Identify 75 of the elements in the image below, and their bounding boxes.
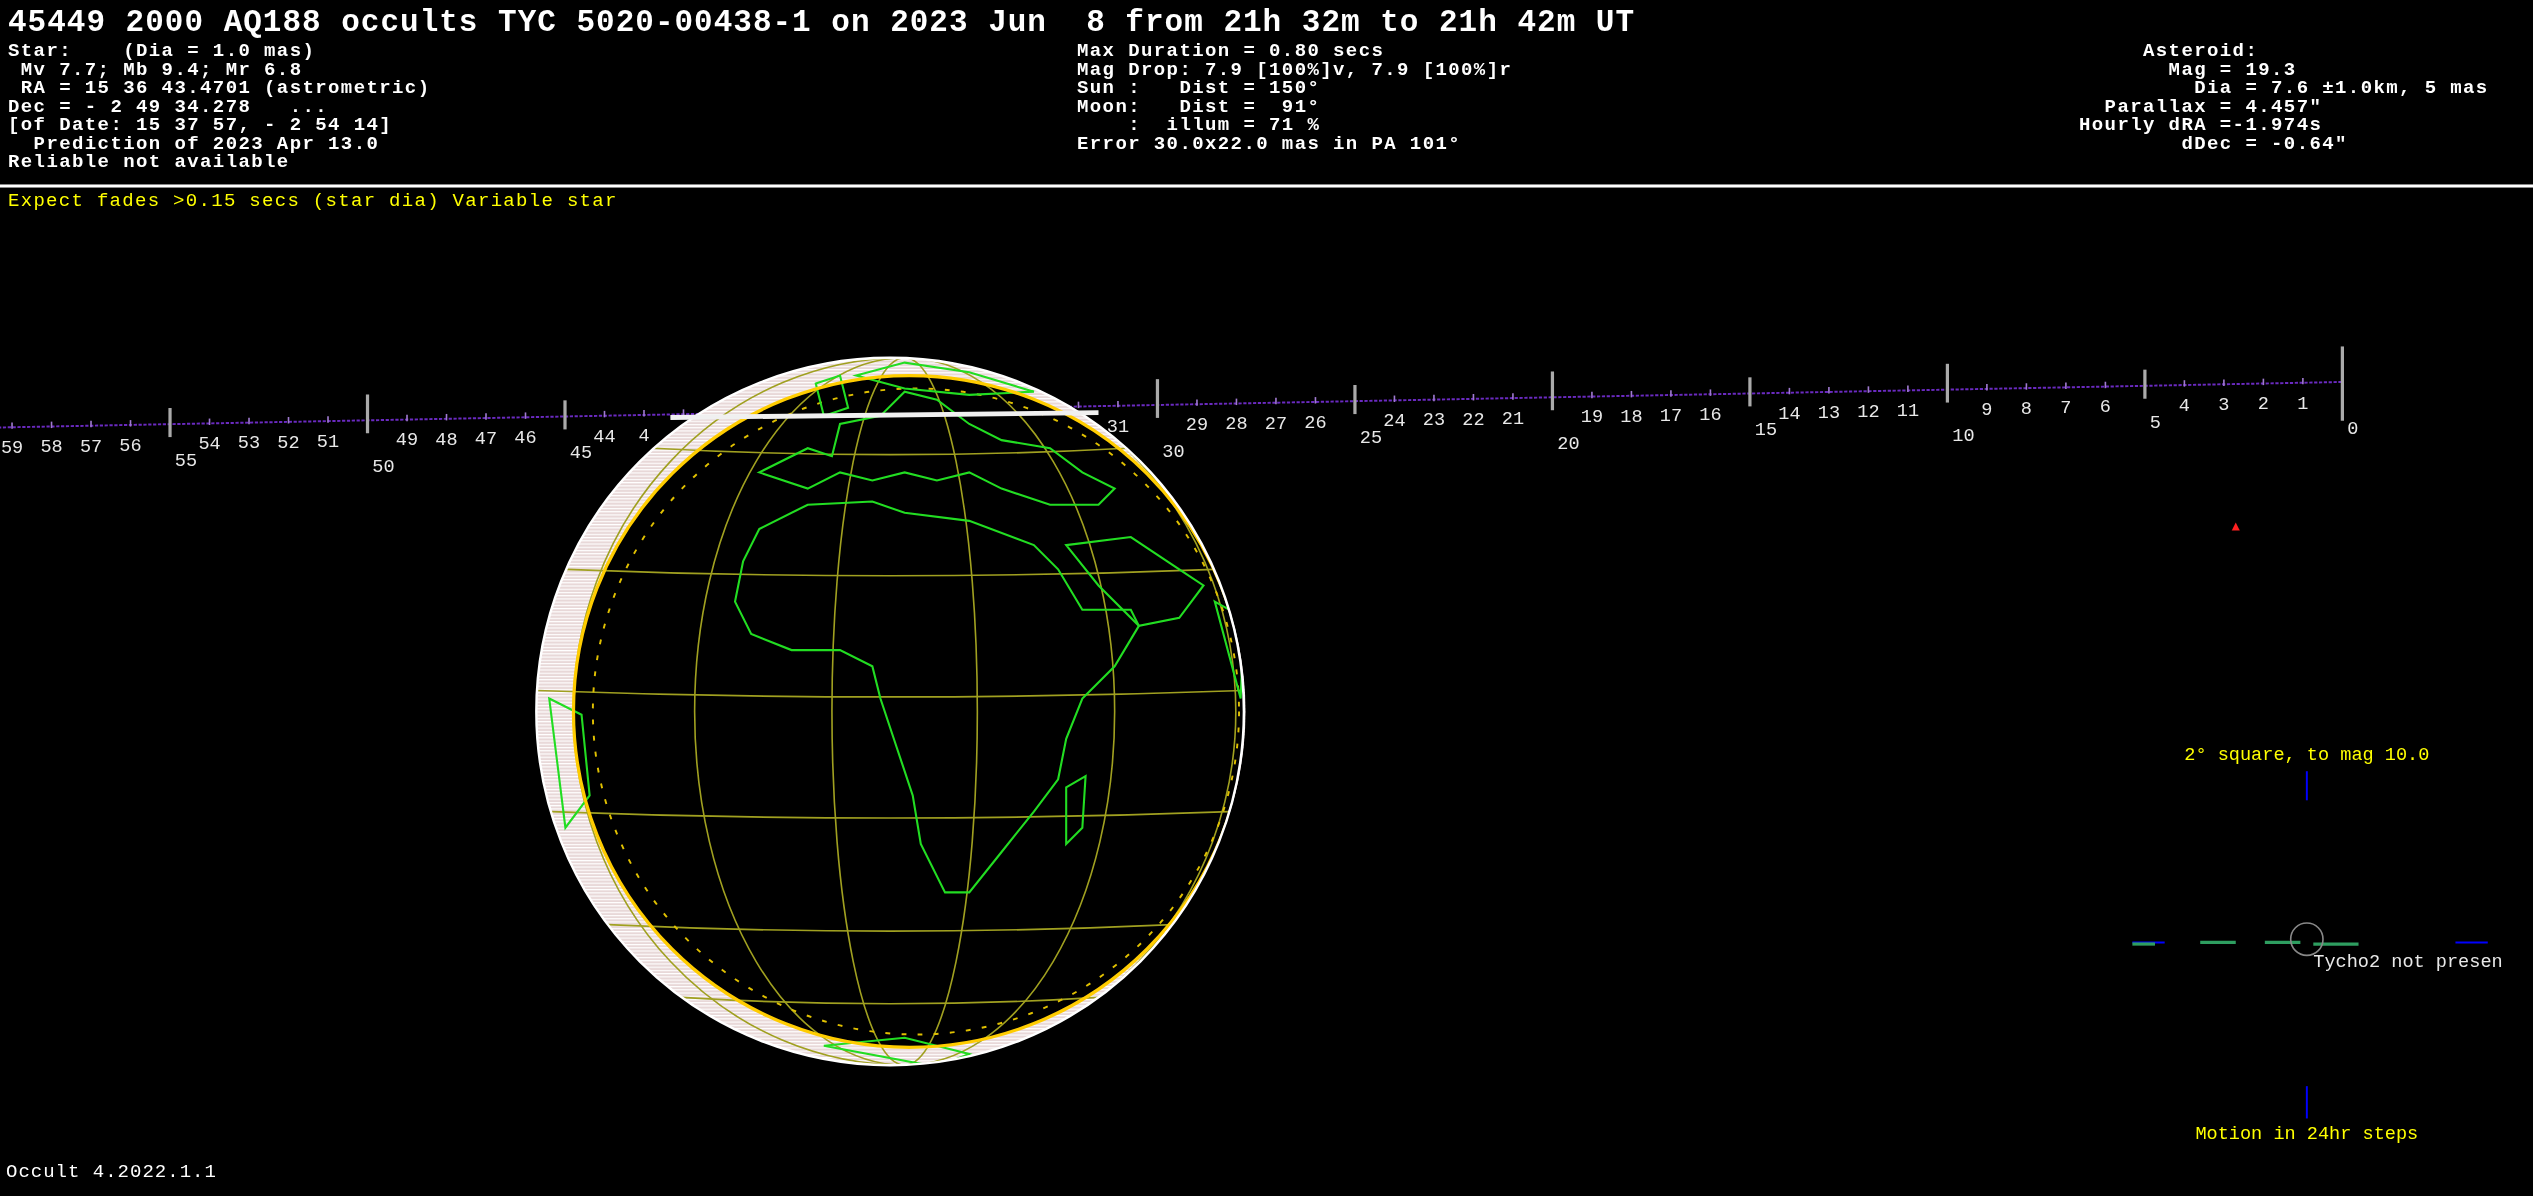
time-label: 4 bbox=[2178, 395, 2190, 417]
star-info-line: Dec = - 2 49 34.278 ... bbox=[8, 97, 329, 116]
time-label: 2 bbox=[2257, 394, 2269, 416]
time-label: 50 bbox=[372, 457, 395, 478]
time-label: 16 bbox=[1699, 405, 1722, 427]
time-label: 20 bbox=[1557, 434, 1580, 455]
time-label: 22 bbox=[1462, 409, 1485, 431]
time-label: 3 bbox=[2218, 395, 2230, 417]
version-label: Occult 4.2022.1.1 bbox=[6, 1160, 217, 1184]
time-label: 55 bbox=[174, 451, 198, 473]
time-label: 25 bbox=[1359, 428, 1383, 450]
time-label: 10 bbox=[1952, 426, 1975, 448]
time-label: 51 bbox=[316, 431, 340, 453]
time-label: 54 bbox=[198, 434, 221, 456]
time-label: 31 bbox=[1106, 416, 1130, 438]
time-label: 15 bbox=[1754, 420, 1778, 442]
time-label: 19 bbox=[1580, 407, 1604, 429]
time-label: 4 bbox=[638, 425, 650, 447]
time-label: 30 bbox=[1162, 441, 1185, 463]
time-label: 5 bbox=[2149, 412, 2161, 434]
time-label: 13 bbox=[1817, 402, 1841, 424]
event-title: 45449 2000 AQ188 occults TYC 5020-00438-1 on 2023 Jun 8 from 21h 32m to 21h 42m UT bbox=[7, 4, 1637, 42]
time-label: 46 bbox=[514, 428, 537, 450]
time-label: 58 bbox=[40, 437, 63, 459]
time-label: 49 bbox=[395, 430, 419, 452]
time-label: 21 bbox=[1501, 408, 1525, 430]
asteroid-info-line: dDec = -0.64" bbox=[2180, 134, 2349, 153]
time-label: 53 bbox=[237, 433, 261, 455]
time-label: 45 bbox=[569, 443, 593, 465]
time-label: 23 bbox=[1422, 410, 1446, 432]
time-label: 9 bbox=[1981, 399, 1993, 421]
catalog-message: Tycho2 not presen bbox=[2313, 951, 2503, 973]
motion-caption: Motion in 24hr steps bbox=[2195, 1124, 2419, 1146]
star-info-line: [of Date: 15 37 57, - 2 54 14] bbox=[8, 116, 394, 135]
event-info-line: Moon: Dist = 91° bbox=[1077, 97, 1322, 116]
time-label: 18 bbox=[1620, 406, 1643, 428]
time-label: 28 bbox=[1225, 414, 1248, 436]
time-label: 27 bbox=[1264, 413, 1288, 435]
triangle-marker-icon bbox=[2231, 522, 2240, 531]
asteroid-info-line: Mag = 19.3 bbox=[2167, 60, 2298, 79]
star-info-line: Star: (Dia = 1.0 mas) bbox=[8, 42, 317, 61]
star-info-line: Prediction of 2023 Apr 13.0 bbox=[33, 134, 380, 153]
chart-caption: 2° square, to mag 10.0 bbox=[2184, 744, 2430, 766]
time-label: 11 bbox=[1896, 401, 1920, 423]
time-label: 17 bbox=[1659, 405, 1683, 427]
time-label: 56 bbox=[119, 435, 142, 457]
time-label: 59 bbox=[0, 438, 24, 460]
event-info-line: Error 30.0x22.0 mas in PA 101° bbox=[1077, 134, 1463, 153]
time-label: 14 bbox=[1778, 403, 1801, 425]
star-info-line: Reliable not available bbox=[8, 153, 290, 172]
time-label: 12 bbox=[1857, 402, 1880, 423]
event-info-line: Max Duration = 0.80 secs bbox=[1077, 42, 1386, 61]
time-label: 52 bbox=[277, 432, 300, 454]
star-info-line: RA = 15 36 43.4701 (astrometric) bbox=[19, 79, 432, 98]
event-info-line: Sun : Dist = 150° bbox=[1077, 79, 1321, 98]
asteroid-info-line: Hourly dRA =-1.974s bbox=[2079, 116, 2324, 135]
time-label: 44 bbox=[593, 426, 616, 448]
time-label: 26 bbox=[1304, 412, 1327, 434]
star-info-line: Mv 7.7; Mb 9.4; Mr 6.8 bbox=[19, 60, 303, 79]
time-label: 8 bbox=[2020, 398, 2032, 420]
event-info-line: Mag Drop: 7.9 [100%]v, 7.9 [100%]r bbox=[1077, 60, 1514, 79]
asteroid-info-line: Parallax = 4.457" bbox=[2104, 97, 2323, 116]
asteroid-info-line: Asteroid: bbox=[2142, 42, 2260, 61]
time-label: 1 bbox=[2297, 393, 2309, 415]
time-label: 57 bbox=[79, 436, 103, 458]
asteroid-info-line: Dia = 7.6 ±1.0km, 5 mas bbox=[2194, 79, 2490, 98]
time-label: 7 bbox=[2060, 398, 2072, 420]
event-info-line: : illum = 71 % bbox=[1127, 116, 1322, 135]
time-label: 47 bbox=[474, 428, 498, 450]
time-label: 24 bbox=[1383, 411, 1406, 433]
time-label: 48 bbox=[435, 429, 458, 451]
time-label: 6 bbox=[2099, 397, 2111, 419]
time-label: 0 bbox=[2347, 418, 2359, 440]
time-label: 29 bbox=[1185, 415, 1209, 437]
fade-note: Expect fades >0.15 secs (star dia) Variable star bbox=[7, 189, 619, 214]
